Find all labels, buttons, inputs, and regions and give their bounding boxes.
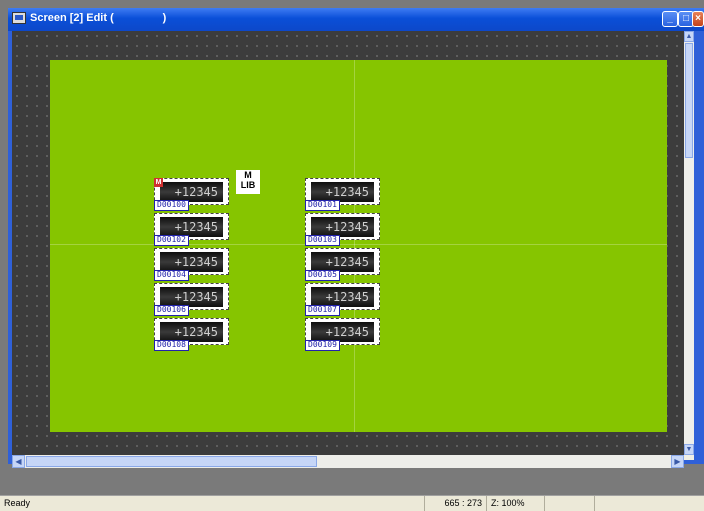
status-empty-1 <box>544 496 594 511</box>
device-address-label: D00109 <box>305 340 340 351</box>
status-bar: Ready 665 : 273 Z: 100% <box>0 495 704 511</box>
macro-badge-icon: M <box>154 178 163 187</box>
numeric-display[interactable]: +12345 D00104 <box>154 248 229 281</box>
device-address-label: D00103 <box>305 235 340 246</box>
arrow-right-icon[interactable]: ▶ <box>671 455 684 468</box>
arrow-left-icon[interactable]: ◀ <box>12 455 25 468</box>
mlib-badge-m: M <box>244 170 252 180</box>
numeric-display[interactable]: +12345 D00101 <box>305 178 380 211</box>
numeric-display[interactable]: +12345 D00107 <box>305 283 380 316</box>
device-address-label: D00101 <box>305 200 340 211</box>
numeric-display-value: +12345 <box>311 252 374 272</box>
numeric-display-value: +12345 <box>311 322 374 342</box>
numeric-display-value: +12345 <box>160 252 223 272</box>
device-address-label: D00108 <box>154 340 189 351</box>
numeric-display[interactable]: +12345 M D00100 <box>154 178 229 211</box>
close-button[interactable]: × <box>692 11 704 27</box>
horizontal-scroll-thumb[interactable] <box>26 456 317 467</box>
screen-area[interactable]: M LIB +12345 M D00100 +12345 D00101 +12345 D00… <box>50 60 667 432</box>
numeric-display-value: +12345 <box>160 217 223 237</box>
center-guide-vertical <box>354 60 355 432</box>
title-bar[interactable]: Screen [2] Edit ( ) _ □ × <box>8 8 704 31</box>
status-text: Ready <box>4 498 31 508</box>
numeric-display[interactable]: +12345 D00108 <box>154 318 229 351</box>
center-guide-horizontal <box>50 244 667 245</box>
mlib-badge-lib: LIB <box>240 180 256 190</box>
numeric-display-value: +12345 <box>160 182 223 202</box>
device-address-label: D00100 <box>154 200 189 211</box>
numeric-display-value: +12345 <box>311 217 374 237</box>
screen-edit-window: Screen [2] Edit ( ) _ □ × M LIB +12345 M D… <box>8 8 704 468</box>
edit-canvas[interactable]: M LIB +12345 M D00100 +12345 D00101 +12345 D00… <box>12 31 694 455</box>
numeric-display[interactable]: +12345 D00106 <box>154 283 229 316</box>
window-client-area: M LIB +12345 M D00100 +12345 D00101 +12345 D00… <box>12 31 694 468</box>
mlib-badge[interactable]: M LIB <box>236 170 260 194</box>
horizontal-scrollbar[interactable]: ◀ ▶ <box>12 455 684 468</box>
numeric-display-value: +12345 <box>311 182 374 202</box>
device-address-label: D00106 <box>154 305 189 316</box>
numeric-display-value: +12345 <box>311 287 374 307</box>
minimize-button[interactable]: _ <box>662 11 678 27</box>
numeric-display-value: +12345 <box>160 287 223 307</box>
numeric-display[interactable]: +12345 D00103 <box>305 213 380 246</box>
vertical-scrollbar[interactable]: ▲ ▼ <box>684 31 694 455</box>
numeric-display[interactable]: +12345 D00102 <box>154 213 229 246</box>
device-address-label: D00105 <box>305 270 340 281</box>
arrow-up-icon[interactable]: ▲ <box>684 31 694 42</box>
zoom-level: Z: 100% <box>486 496 544 511</box>
app-background <box>0 0 704 8</box>
vertical-scroll-thumb[interactable] <box>685 43 693 158</box>
device-address-label: D00107 <box>305 305 340 316</box>
status-empty-2 <box>594 496 704 511</box>
arrow-down-icon[interactable]: ▼ <box>684 444 694 455</box>
numeric-display[interactable]: +12345 D00105 <box>305 248 380 281</box>
numeric-display[interactable]: +12345 D00109 <box>305 318 380 351</box>
numeric-display-value: +12345 <box>160 322 223 342</box>
cursor-coordinates: 665 : 273 <box>424 496 486 511</box>
screen-window-icon[interactable] <box>12 12 26 24</box>
window-title: Screen [2] Edit ( ) <box>30 12 167 24</box>
device-address-label: D00104 <box>154 270 189 281</box>
device-address-label: D00102 <box>154 235 189 246</box>
